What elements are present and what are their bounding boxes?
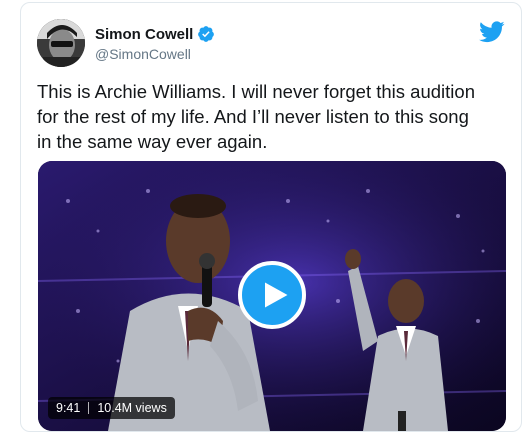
tweet-card[interactable]: Simon Cowell @SimonCowell This is Archie… [20,2,522,432]
play-icon [265,282,288,308]
divider [88,402,90,414]
avatar-image [37,19,85,67]
author-handle[interactable]: @SimonCowell [95,46,191,62]
video-meta-badge: 9:41 10.4M views [48,397,175,419]
tweet-text: This is Archie Williams. I will never fo… [37,81,475,152]
author-name[interactable]: Simon Cowell [95,26,193,43]
twitter-bird-icon[interactable] [479,21,505,43]
avatar[interactable] [37,19,85,67]
verified-badge-icon [198,26,215,42]
play-button[interactable] [238,261,306,329]
video-player[interactable]: 9:41 10.4M views [38,161,506,431]
video-views: 10.4M views [97,401,167,415]
video-duration: 9:41 [56,401,81,415]
